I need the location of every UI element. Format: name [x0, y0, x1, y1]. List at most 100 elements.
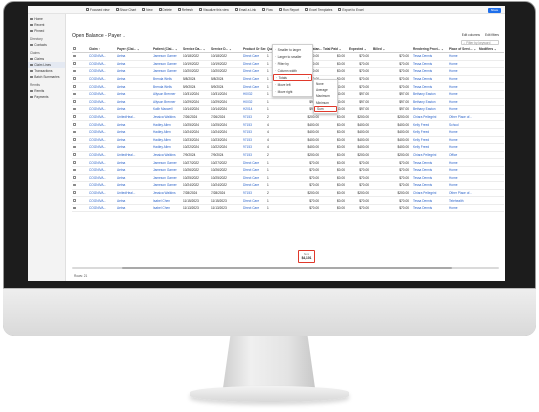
toolbar-item-0[interactable]: Focused view — [86, 8, 110, 12]
table-cell[interactable]: Tessa Dennis — [412, 85, 448, 89]
table-cell[interactable]: COGNIVA... — [88, 85, 116, 89]
sidebar-item[interactable]: Contacts — [28, 42, 65, 48]
row-checkbox[interactable] — [73, 123, 76, 126]
table-cell[interactable]: Aetna — [116, 130, 152, 134]
table-cell[interactable]: 97153 — [242, 191, 266, 195]
table-row[interactable]: COGNIVA... UnitedHeal... Jessica Walkins 7/… — [72, 190, 504, 198]
row-checkbox[interactable] — [73, 92, 76, 96]
table-cell[interactable]: Aetna — [116, 161, 152, 165]
table-cell[interactable]: Home — [448, 92, 478, 96]
table-cell[interactable]: Home — [448, 69, 478, 73]
table-cell[interactable]: Brenda Wells — [152, 77, 182, 81]
toolbar-item-4[interactable]: Refresh — [177, 8, 193, 12]
table-row[interactable]: COGNIVA... Aetna Hadley Allen 10/25/2024 10/… — [72, 121, 504, 129]
table-cell[interactable]: School — [448, 123, 478, 127]
table-cell[interactable]: COGNIVA... — [88, 153, 116, 157]
table-cell[interactable]: COGNIVA... — [88, 92, 116, 96]
row-checkbox[interactable] — [73, 191, 76, 194]
table-cell[interactable]: Home — [448, 100, 478, 104]
table-cell[interactable]: COGNIVA... — [88, 115, 116, 119]
row-select-cell[interactable] — [72, 198, 88, 203]
toolbar-item-3[interactable]: Delete — [158, 8, 172, 12]
table-cell[interactable]: Aetna — [116, 176, 152, 180]
column-header[interactable]: Patient (Clai... ⌄ — [152, 47, 182, 51]
table-cell[interactable]: Home — [448, 77, 478, 81]
row-checkbox[interactable] — [73, 183, 76, 187]
table-cell[interactable]: Kalih Maxwell — [152, 107, 182, 111]
table-cell[interactable]: Direct Care — [242, 54, 266, 58]
table-cell[interactable]: Direct Care — [242, 206, 266, 210]
table-cell[interactable]: Jameson Garner — [152, 176, 182, 180]
row-select-cell[interactable] — [72, 206, 88, 210]
table-cell[interactable]: Direct Care — [242, 62, 266, 66]
table-cell[interactable]: COGNIVA... — [88, 191, 116, 195]
toolbar-item-7[interactable]: Flow — [262, 8, 273, 12]
sidebar-item[interactable]: Pinned — [28, 28, 65, 34]
table-cell[interactable]: Jameson Garner — [152, 69, 182, 73]
table-cell[interactable]: Direct Care — [242, 199, 266, 203]
table-cell[interactable]: Aetna — [116, 92, 152, 96]
column-header[interactable]: Place of Servi... ⌄ — [448, 47, 478, 51]
table-cell[interactable]: Direct Care — [242, 69, 266, 73]
row-checkbox[interactable] — [73, 153, 76, 157]
table-cell[interactable]: Kelly Freed — [412, 130, 448, 134]
table-cell[interactable]: UnitedHeal... — [116, 153, 152, 157]
row-checkbox[interactable] — [73, 77, 76, 81]
table-row[interactable]: COGNIVA... Aetna Isabel Chen 11/13/2023 11/1… — [72, 205, 504, 213]
table-cell[interactable]: Home — [448, 130, 478, 134]
row-select-cell[interactable] — [72, 100, 88, 104]
select-all-checkbox[interactable] — [73, 46, 76, 50]
table-cell[interactable]: Home — [448, 85, 478, 89]
table-cell[interactable]: Tessa Dennis — [412, 77, 448, 81]
table-cell[interactable]: Aetna — [116, 54, 152, 58]
table-row[interactable]: COGNIVA... Aetna Jameson Garner 10/25/2022 1… — [72, 175, 504, 183]
table-cell[interactable]: Aetna — [116, 123, 152, 127]
column-header[interactable]: Service Da... ⌄ — [182, 47, 210, 51]
row-select-cell[interactable] — [72, 92, 88, 96]
table-cell[interactable]: COGNIVA... — [88, 138, 116, 142]
share-button[interactable]: Share — [488, 7, 501, 13]
table-cell[interactable]: Home — [448, 145, 478, 149]
table-cell[interactable]: Jameson Garner — [152, 168, 182, 172]
table-cell[interactable]: Tessa Dennis — [412, 206, 448, 210]
menu-item[interactable]: · Smaller to larger — [273, 46, 312, 53]
table-cell[interactable]: 97153 — [242, 153, 266, 157]
submenu-item[interactable]: Minimum — [314, 100, 337, 106]
toolbar-item-9[interactable]: Excel Templates — [305, 8, 332, 12]
toolbar-item-10[interactable]: Export to Excel — [338, 8, 364, 12]
row-select-cell[interactable] — [72, 115, 88, 119]
table-cell[interactable]: Tessa Dennis — [412, 199, 448, 203]
table-cell[interactable]: COGNIVA... — [88, 161, 116, 165]
edit-filters-button[interactable]: Edit filters — [485, 33, 499, 37]
table-row[interactable]: COGNIVA... Aetna Kalih Maxwell 10/14/2024 10… — [72, 106, 504, 114]
table-row[interactable]: COGNIVA... Aetna Jameson Garner 10/26/2022 1… — [72, 167, 504, 175]
table-cell[interactable]: Kelly Freed — [412, 145, 448, 149]
table-cell[interactable]: COGNIVA... — [88, 183, 116, 187]
table-cell[interactable]: Aetna — [116, 85, 152, 89]
table-cell[interactable]: Aetna — [116, 107, 152, 111]
table-cell[interactable]: Hadley Allen — [152, 123, 182, 127]
table-cell[interactable]: 97153 — [242, 115, 266, 119]
row-checkbox[interactable] — [73, 54, 76, 58]
table-cell[interactable]: Tessa Dennis — [412, 54, 448, 58]
page-title[interactable]: Open Balance - Payer ⌄ — [72, 33, 126, 39]
row-checkbox[interactable] — [73, 69, 76, 73]
table-cell[interactable]: COGNIVA... — [88, 77, 116, 81]
row-checkbox[interactable] — [73, 100, 76, 103]
table-cell[interactable]: Home — [448, 183, 478, 187]
row-select-cell[interactable] — [72, 77, 88, 81]
table-cell[interactable]: Chiara Pellegrini — [412, 115, 448, 119]
toolbar-item-6[interactable]: Email a Link — [234, 8, 256, 12]
table-cell[interactable]: Direct Care — [242, 85, 266, 89]
table-cell[interactable]: Tessa Dennis — [412, 161, 448, 165]
table-cell[interactable]: 97153 — [242, 138, 266, 142]
sidebar-item[interactable]: Batch Summaries — [28, 74, 65, 80]
table-cell[interactable]: Home — [448, 161, 478, 165]
table-cell[interactable]: Jameson Garner — [152, 161, 182, 165]
table-cell[interactable]: Hadley Allen — [152, 130, 182, 134]
table-row[interactable]: COGNIVA... UnitedHeal... Jessica Walkins 7/… — [72, 114, 504, 122]
menu-item[interactable]: · Move right — [273, 88, 312, 95]
table-cell[interactable]: Direct Care — [242, 183, 266, 187]
table-cell[interactable]: Aetna — [116, 77, 152, 81]
column-header[interactable]: Total Paid ⌄ — [322, 47, 348, 51]
